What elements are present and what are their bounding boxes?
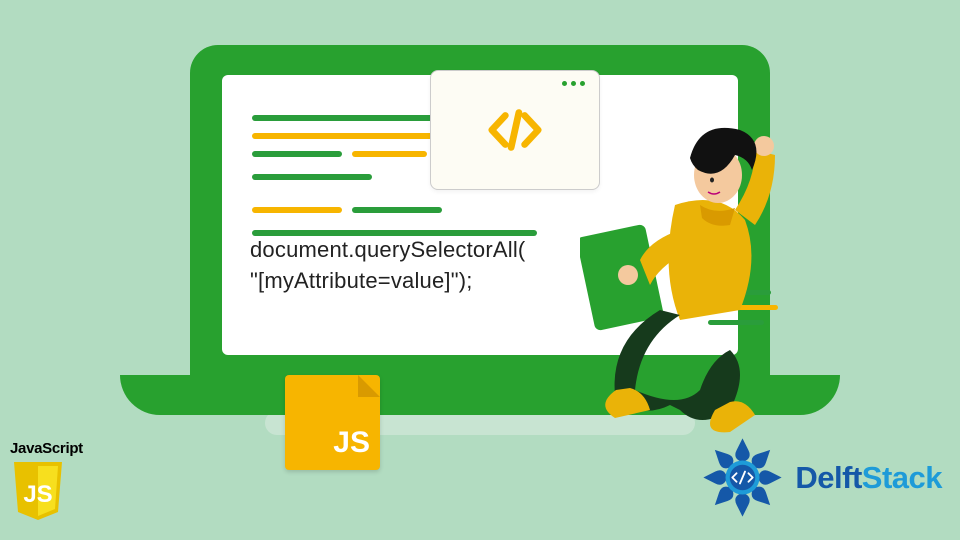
svg-text:JS: JS [23,481,52,508]
delftstack-logo: DelftStack [700,435,942,520]
js-file-badge: JS [285,375,380,470]
delftstack-part1: Delft [795,460,861,495]
code-snippet: document.querySelectorAll( "[myAttribute… [250,235,525,297]
developer-illustration [580,110,820,440]
js-shield-icon: JS [10,460,66,522]
code-line-1: document.querySelectorAll( [250,235,525,266]
window-dots-icon [562,81,585,86]
delftstack-part2: Stack [862,460,942,495]
file-fold-icon [358,375,380,397]
code-line-2: "[myAttribute=value]"); [250,266,525,297]
illustration-stage: document.querySelectorAll( "[myAttribute… [0,0,960,540]
delftstack-wordmark: DelftStack [795,460,942,496]
delftstack-mandala-icon [700,435,785,520]
code-brackets-icon [486,101,544,159]
javascript-logo-text: JavaScript [10,440,83,457]
javascript-logo: JavaScript JS [10,440,83,522]
code-window-card [430,70,600,190]
js-file-label: JS [333,426,370,460]
